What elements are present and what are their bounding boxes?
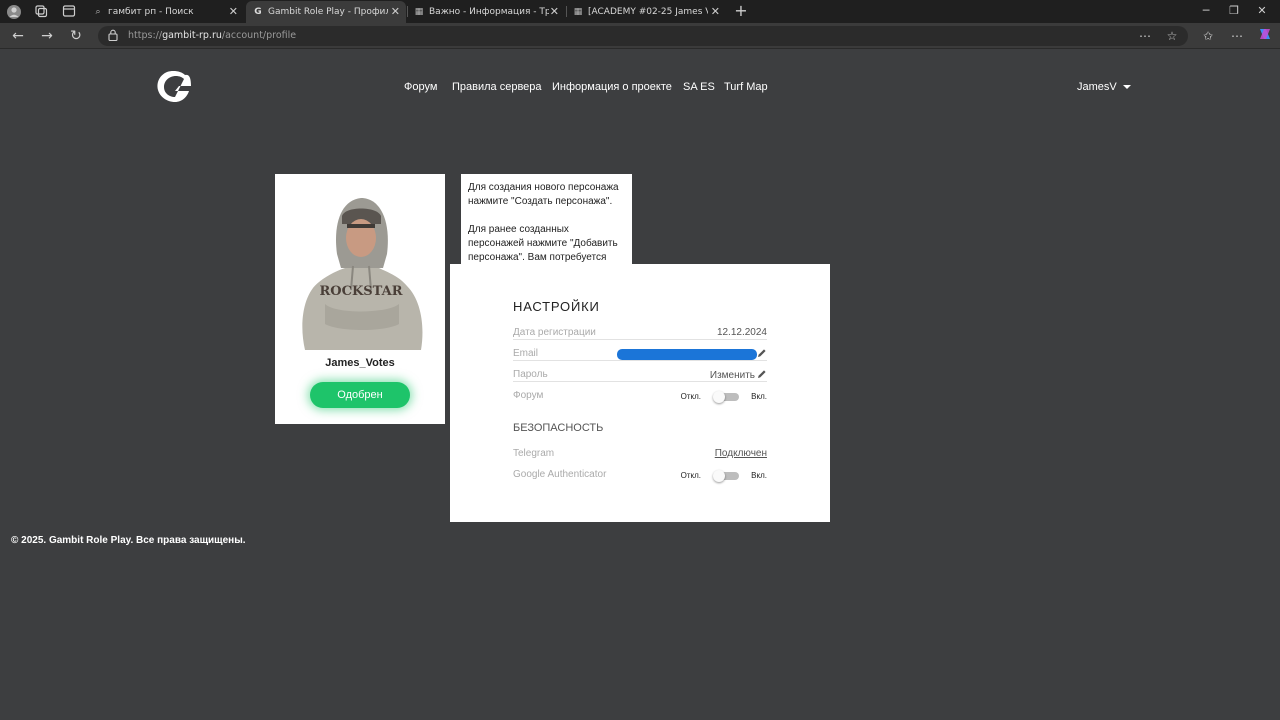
caret-down-icon [1122,85,1131,90]
tab-actions-icon[interactable] [61,4,77,20]
change-password-button[interactable]: Изменить [706,369,767,381]
tab-close-icon[interactable]: ✕ [229,1,238,23]
search-icon: ⌕ [95,7,101,17]
google-auth-toggle[interactable] [713,470,739,482]
google-auth-toggle-group: Откл. Вкл. [677,469,767,483]
character-card: ROCKSTAR James_Votes Одобрен [275,174,445,424]
tab-close-icon[interactable]: ✕ [711,1,720,23]
settings-row-email: Email [513,348,767,362]
hoodie-print: ROCKSTAR [319,284,402,299]
pencil-icon [758,349,766,357]
forum-toggle[interactable] [713,391,739,403]
settings-card: НАСТРОЙКИ Дата регистрации 12.12.2024 Em… [450,264,830,522]
reader-options-icon[interactable]: ⋯ [1135,26,1155,46]
toggle-knob [713,391,725,403]
tab-close-icon[interactable]: ✕ [550,1,559,23]
browser-tab-search[interactable]: ⌕ гамбит рп - Поиск ✕ [86,1,244,23]
toggle-on-label: Вкл. [751,471,767,480]
favorites-icon[interactable]: ✩ [1198,26,1218,46]
settings-title: НАСТРОЙКИ [513,299,600,314]
password-label: Пароль [513,369,551,380]
forum-label: Форум [513,390,547,401]
forum-favicon: ▦ [414,7,424,17]
refresh-icon[interactable]: ↻ [67,27,85,45]
close-window-icon[interactable]: ✕ [1254,3,1270,19]
tab-close-icon[interactable]: ✕ [391,1,400,23]
email-label: Email [513,348,542,359]
toggle-off-label: Откл. [680,392,701,401]
settings-row-password: Пароль Изменить [513,369,767,383]
settings-row-google-auth: Google Authenticator Откл. Вкл. [513,469,767,483]
forward-icon[interactable]: → [38,27,56,45]
gambit-logo[interactable] [155,69,193,105]
status-approved-button[interactable]: Одобрен [310,382,410,408]
registration-label: Дата регистрации [513,327,599,338]
nav-server-rules[interactable]: Правила сервера [452,81,542,93]
nav-sa-es[interactable]: SA ES [683,81,715,93]
workspaces-icon[interactable] [33,4,49,20]
forum-favicon: ▦ [573,7,583,17]
more-menu-icon[interactable]: ⋯ [1227,26,1247,46]
row-divider [513,381,767,382]
settings-row-telegram: Telegram Подключен [513,448,767,462]
info-add-text: Для ранее созданных персонажей нажмите "… [468,224,618,270]
toggle-off-label: Откл. [680,471,701,480]
settings-row-registration: Дата регистрации 12.12.2024 [513,327,767,341]
character-name: James_Votes [325,357,395,369]
security-title: БЕЗОПАСНОСТЬ [513,422,604,434]
maximize-icon[interactable]: ❐ [1226,3,1242,19]
settings-row-forum: Форум Откл. Вкл. [513,390,767,404]
minimize-icon[interactable]: ─ [1198,3,1214,19]
info-create-text: Для создания нового персонажа нажмите "С… [468,182,619,207]
new-tab-icon[interactable]: + [733,1,749,21]
change-password-label: Изменить [709,370,755,381]
character-avatar: ROCKSTAR [302,198,423,350]
nav-turf-map[interactable]: Turf Map [724,81,768,93]
registration-date: 12.12.2024 [713,327,767,338]
forum-toggle-group: Откл. Вкл. [677,390,767,404]
browser-tab-academy[interactable]: ▦ [ACADEMY #02-25 James Votes] ✕ [566,1,726,23]
back-icon[interactable]: ← [9,27,27,45]
telegram-status-link[interactable]: Подключен [711,448,767,459]
copilot-icon[interactable] [1255,26,1275,46]
url-text: https://gambit-rp.ru/account/profile [128,30,297,41]
google-auth-label: Google Authenticator [513,469,610,480]
toggle-knob [713,470,725,482]
browser-tab-strip: ⌕ гамбит рп - Поиск ✕ G Gambit Role Play… [0,0,1280,23]
browser-toolbar: ← → ↻ https://gambit-rp.ru/account/profi… [0,23,1280,49]
row-divider [513,360,767,361]
footer-copyright: © 2025. Gambit Role Play. Все права защи… [11,535,246,546]
address-input[interactable]: https://gambit-rp.ru/account/profile [98,26,1188,46]
pencil-icon [758,370,766,378]
nav-project-info[interactable]: Информация о проекте [552,81,672,93]
profile-avatar-icon[interactable] [6,4,22,20]
username: JamesV [1077,81,1117,93]
lock-icon [108,29,120,43]
toggle-on-label: Вкл. [751,392,767,401]
browser-tab-profile[interactable]: G Gambit Role Play - Профиль UCP ✕ [246,1,406,23]
character-info-box: Для создания нового персонажа нажмите "С… [461,174,632,270]
row-divider [513,339,767,340]
nav-forum[interactable]: Форум [404,81,437,93]
email-redaction-mark [617,349,757,360]
user-menu[interactable]: JamesV [1077,81,1131,93]
telegram-label: Telegram [513,448,558,459]
browser-tab-forum-info[interactable]: ▦ Важно - Информация - Трудоус ✕ [407,1,565,23]
gambit-favicon: G [254,7,262,17]
favorite-star-icon[interactable]: ☆ [1162,26,1182,46]
